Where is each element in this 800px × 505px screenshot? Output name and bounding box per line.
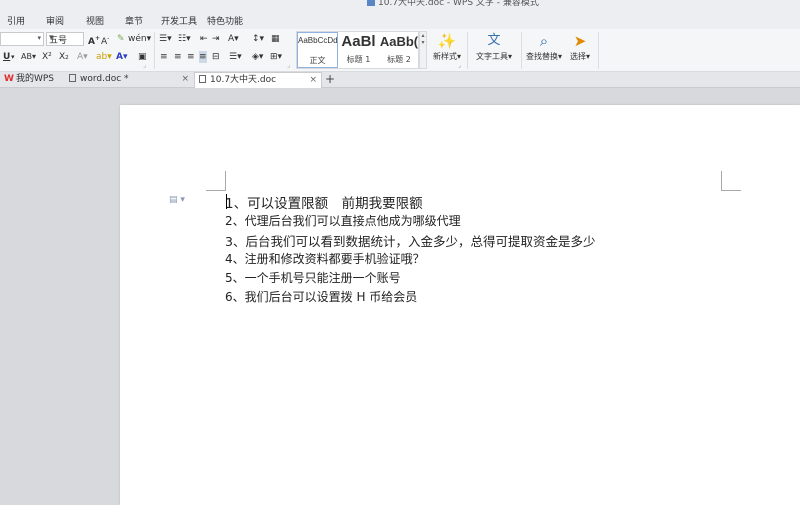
add-tab-icon[interactable]: + xyxy=(325,72,335,87)
document-icon xyxy=(367,0,375,6)
shading-fill-icon[interactable]: ◈▾ xyxy=(252,51,263,63)
align-center-icon[interactable]: ≡ xyxy=(174,51,182,63)
separator xyxy=(521,32,522,69)
tab-my-wps[interactable]: W 我的WPS xyxy=(0,72,64,88)
style-normal-sample: AaBbCcDd xyxy=(298,36,337,45)
style-heading-1[interactable]: AaBl 标题 1 xyxy=(338,32,379,68)
paragraph-layout-icon[interactable]: ▤ ▾ xyxy=(169,195,185,205)
ribbon-toolbar: ▾ 五号 ▾ A+ A- ✎ wén▾ U ▾ AB▾ X² X₂ A▾ ab▾ … xyxy=(0,29,800,72)
style-heading-2[interactable]: AaBb( 标题 2 xyxy=(379,32,419,68)
find-replace-label: 查找替换▾ xyxy=(525,52,562,61)
style-heading-2-name: 标题 2 xyxy=(387,55,411,64)
numbering-icon[interactable]: ☷▾ xyxy=(178,33,191,45)
document-line-2[interactable]: 2、代理后台我们可以直接点他成为哪级代理 xyxy=(225,212,461,229)
font-dialog-launcher-icon[interactable]: ⌟ xyxy=(143,60,146,72)
phonetic-icon[interactable]: wén▾ xyxy=(128,33,151,45)
increase-indent-icon[interactable]: ⇥ xyxy=(212,33,220,45)
menu-bar: 引用 审阅 视图 章节 开发工具 特色功能 xyxy=(0,11,800,29)
distribute-icon[interactable]: ⊟ xyxy=(212,51,220,63)
font-color-icon[interactable]: A▾ xyxy=(116,51,127,63)
menu-chapter[interactable]: 章节 xyxy=(125,14,143,27)
align-right-icon[interactable]: ≡ xyxy=(187,51,195,63)
shrink-font-icon[interactable]: A- xyxy=(101,33,109,48)
style-normal[interactable]: AaBbCcDd 正文 xyxy=(297,32,338,68)
font-name-select[interactable]: ▾ xyxy=(0,32,44,46)
separator xyxy=(467,32,468,69)
style-gallery-scroll[interactable]: ▴ ▾ xyxy=(419,31,427,69)
text-tools-icon: 文 xyxy=(487,33,501,48)
select-label: 选择▾ xyxy=(569,52,590,61)
style-normal-name: 正文 xyxy=(309,56,326,65)
margin-corner-marker xyxy=(206,171,226,191)
tab-active-document-label: 10.7大中天.doc xyxy=(210,75,277,85)
document-tab-bar: W 我的WPS word.doc * × 10.7大中天.doc × + xyxy=(0,72,800,88)
wps-logo-icon: W xyxy=(4,74,14,84)
grow-font-icon[interactable]: A+ xyxy=(88,33,100,48)
line-spacing-icon[interactable]: ☰▾ xyxy=(229,51,242,63)
tab-my-wps-label: 我的WPS xyxy=(15,74,54,84)
chevron-down-icon[interactable]: ▾ xyxy=(11,51,15,63)
file-icon xyxy=(69,74,76,82)
title-bar: 10.7大中天.doc - WPS 文字 - 兼容模式 xyxy=(0,0,800,11)
cursor-arrow-icon: ➤ xyxy=(573,32,587,50)
chinese-layout-icon[interactable]: A▾ xyxy=(228,33,239,45)
strikethrough-icon[interactable]: AB▾ xyxy=(21,51,36,63)
decrease-indent-icon[interactable]: ⇤ xyxy=(200,33,208,45)
sort-icon[interactable]: ↕▾ xyxy=(252,33,264,45)
borders-icon[interactable]: ⊞▾ xyxy=(270,51,282,63)
document-line-4[interactable]: 4、注册和修改资料都要手机验证哦？ xyxy=(225,250,425,267)
text-effect-icon[interactable]: A▾ xyxy=(77,51,88,63)
superscript-icon[interactable]: X² xyxy=(42,51,52,63)
document-line-3[interactable]: 3、后台我们可以看到数据统计，入金多少，总得可提取资金是多少 xyxy=(225,231,595,250)
tab-active-document[interactable]: 10.7大中天.doc × xyxy=(194,72,322,88)
show-marks-icon[interactable]: ▦ xyxy=(271,33,280,45)
close-icon[interactable]: × xyxy=(181,72,189,87)
find-replace-icon: ⌕ xyxy=(539,32,549,50)
style-heading-1-sample: AaBl xyxy=(341,33,376,50)
menu-view[interactable]: 视图 xyxy=(86,14,104,27)
text-tools-label: 文字工具▾ xyxy=(475,52,512,61)
align-justify-icon[interactable]: ≡ xyxy=(199,51,207,63)
document-line-5[interactable]: 5、一个手机号只能注册一个账号 xyxy=(225,269,401,286)
menu-developer[interactable]: 开发工具 xyxy=(161,14,197,27)
text-tools-button[interactable]: 文 文字工具▾ xyxy=(474,31,514,62)
separator xyxy=(598,32,599,69)
menu-references[interactable]: 引用 xyxy=(7,14,25,27)
chevron-down-icon: ▾ xyxy=(49,33,54,43)
underline-icon[interactable]: U xyxy=(3,51,10,63)
paragraph-dialog-launcher-icon[interactable]: ⌟ xyxy=(287,60,290,72)
highlight-icon[interactable]: ab▾ xyxy=(96,51,112,63)
document-workarea: ▤ ▾ 1、可以设置限额 前期我要限额 2、代理后台我们可以直接点他成为哪级代理… xyxy=(0,88,800,505)
text-caret xyxy=(226,194,227,209)
document-line-1[interactable]: 1、可以设置限额 前期我要限额 xyxy=(225,192,423,212)
tab-word-doc-label: word.doc * xyxy=(80,74,129,84)
menu-special[interactable]: 特色功能 xyxy=(207,14,243,27)
tab-word-doc[interactable]: word.doc * × xyxy=(65,72,193,88)
clear-format-icon[interactable]: ✎ xyxy=(117,33,125,45)
font-size-select[interactable]: 五号 ▾ xyxy=(46,32,84,46)
window-title: 10.7大中天.doc - WPS 文字 - 兼容模式 xyxy=(367,0,539,8)
chevron-down-icon: ▾ xyxy=(37,34,41,42)
select-button[interactable]: ➤ 选择▾ xyxy=(566,31,594,62)
align-left-icon[interactable]: ≡ xyxy=(160,51,168,63)
margin-corner-marker xyxy=(721,171,741,191)
bullets-icon[interactable]: ☰▾ xyxy=(159,33,172,45)
style-heading-2-sample: AaBb( xyxy=(379,34,419,49)
separator xyxy=(154,32,155,69)
find-replace-button[interactable]: ⌕ 查找替换▾ xyxy=(524,31,564,62)
new-style-button[interactable]: ✨ 新样式▾ xyxy=(430,31,464,62)
subscript-icon[interactable]: X₂ xyxy=(59,51,69,63)
style-gallery: AaBbCcDd 正文 AaBl 标题 1 AaBb( 标题 2 xyxy=(296,31,419,69)
style-heading-1-name: 标题 1 xyxy=(346,55,371,64)
document-page[interactable]: ▤ ▾ 1、可以设置限额 前期我要限额 2、代理后台我们可以直接点他成为哪级代理… xyxy=(120,105,800,505)
new-style-icon: ✨ xyxy=(437,32,457,50)
styles-dialog-launcher-icon[interactable]: ⌟ xyxy=(458,60,461,72)
window-title-text: 10.7大中天.doc - WPS 文字 - 兼容模式 xyxy=(378,0,539,8)
menu-review[interactable]: 审阅 xyxy=(46,14,64,27)
close-icon[interactable]: × xyxy=(309,73,317,88)
file-icon xyxy=(199,75,206,83)
document-line-6[interactable]: 6、我们后台可以设置拨 H 币给会员 xyxy=(225,288,417,305)
